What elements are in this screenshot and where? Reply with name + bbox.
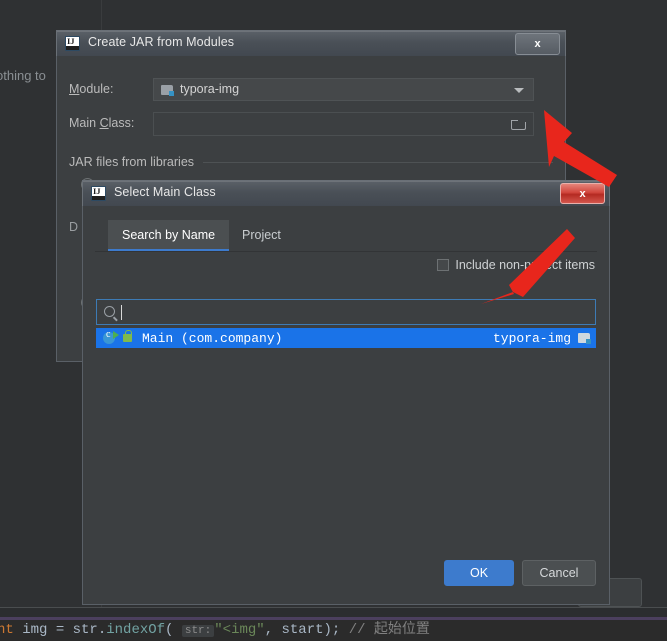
intellij-logo-icon	[65, 36, 80, 51]
cancel-button[interactable]: Cancel	[522, 560, 596, 586]
module-label-mnemonic: M	[69, 82, 80, 96]
tabstrip: Search by Name Project	[95, 220, 597, 252]
select-main-class-dialog: Select Main Class x Search by Name Proje…	[82, 180, 610, 605]
module-combobox[interactable]: typora-img	[153, 78, 534, 101]
main-class-label-pre: Main	[69, 116, 100, 130]
tab-project-label: Project	[242, 228, 281, 242]
public-lock-icon	[123, 330, 132, 342]
module-field-label: Module:	[69, 82, 113, 96]
module-combobox-value: typora-img	[180, 82, 240, 96]
select-main-class-body: Search by Name Project Include non-proje…	[82, 206, 610, 605]
result-module-name: typora-img	[492, 330, 571, 346]
screen-root: othing to nt img = str.indexOf( str: "<im…	[0, 0, 667, 641]
text-caret	[121, 305, 122, 320]
result-row-right: typora-img	[493, 331, 596, 346]
jar-files-section-rule	[203, 162, 553, 163]
module-folder-icon	[578, 333, 591, 344]
editor-code-bar: nt img = str.indexOf( str: "<img", start)…	[0, 617, 667, 641]
create-jar-title: Create JAR from Modules	[88, 35, 235, 49]
include-non-project-items-row[interactable]: Include non-project items	[437, 258, 595, 272]
list-item[interactable]: Main (com.company) typora-img	[96, 328, 596, 348]
runnable-class-icon	[103, 329, 119, 344]
search-icon	[104, 306, 115, 317]
tab-project[interactable]: Project	[228, 220, 295, 250]
tab-search-by-name-label: Search by Name	[122, 228, 216, 242]
intellij-logo-icon	[91, 186, 106, 201]
result-class-name: Main (com.company)	[142, 330, 283, 346]
main-class-label-rest: lass:	[108, 116, 135, 130]
code-method-name: indexOf	[106, 622, 166, 638]
chevron-down-icon	[514, 88, 524, 93]
ok-button[interactable]: OK	[444, 560, 514, 586]
module-folder-icon	[161, 85, 174, 96]
tab-search-by-name[interactable]: Search by Name	[108, 220, 230, 251]
include-non-project-items-checkbox[interactable]	[437, 259, 450, 271]
select-main-class-titlebar[interactable]: Select Main Class x	[82, 180, 610, 206]
main-class-input[interactable]	[153, 112, 534, 136]
code-segment-2: , start);	[264, 622, 349, 638]
include-non-project-items-label: Include non-project items	[455, 258, 595, 272]
jar-files-section-label: JAR files from libraries	[69, 155, 195, 169]
select-main-class-close-button[interactable]: x	[560, 183, 605, 204]
create-jar-close-button[interactable]: x	[515, 33, 560, 55]
search-input[interactable]	[96, 299, 596, 325]
code-bar-accent	[0, 617, 667, 620]
code-paren: (	[165, 622, 182, 638]
code-string-literal: "<img"	[214, 622, 265, 638]
code-segment-1: img = str.	[13, 622, 107, 638]
select-main-class-title: Select Main Class	[114, 185, 216, 199]
module-label-rest: odule:	[79, 82, 114, 96]
code-keyword: nt	[0, 622, 14, 638]
main-class-label-mnemonic: C	[99, 116, 109, 130]
directory-for-manifest-label: D	[69, 220, 79, 234]
code-line[interactable]: nt img = str.indexOf( str: "<img", start)…	[0, 621, 430, 640]
code-param-hint: str:	[181, 625, 215, 637]
code-comment: // 起始位置	[348, 622, 430, 638]
folder-browse-icon[interactable]	[511, 120, 526, 130]
create-jar-titlebar[interactable]: Create JAR from Modules x	[56, 30, 566, 56]
main-class-field-label: Main Class:	[69, 116, 134, 130]
